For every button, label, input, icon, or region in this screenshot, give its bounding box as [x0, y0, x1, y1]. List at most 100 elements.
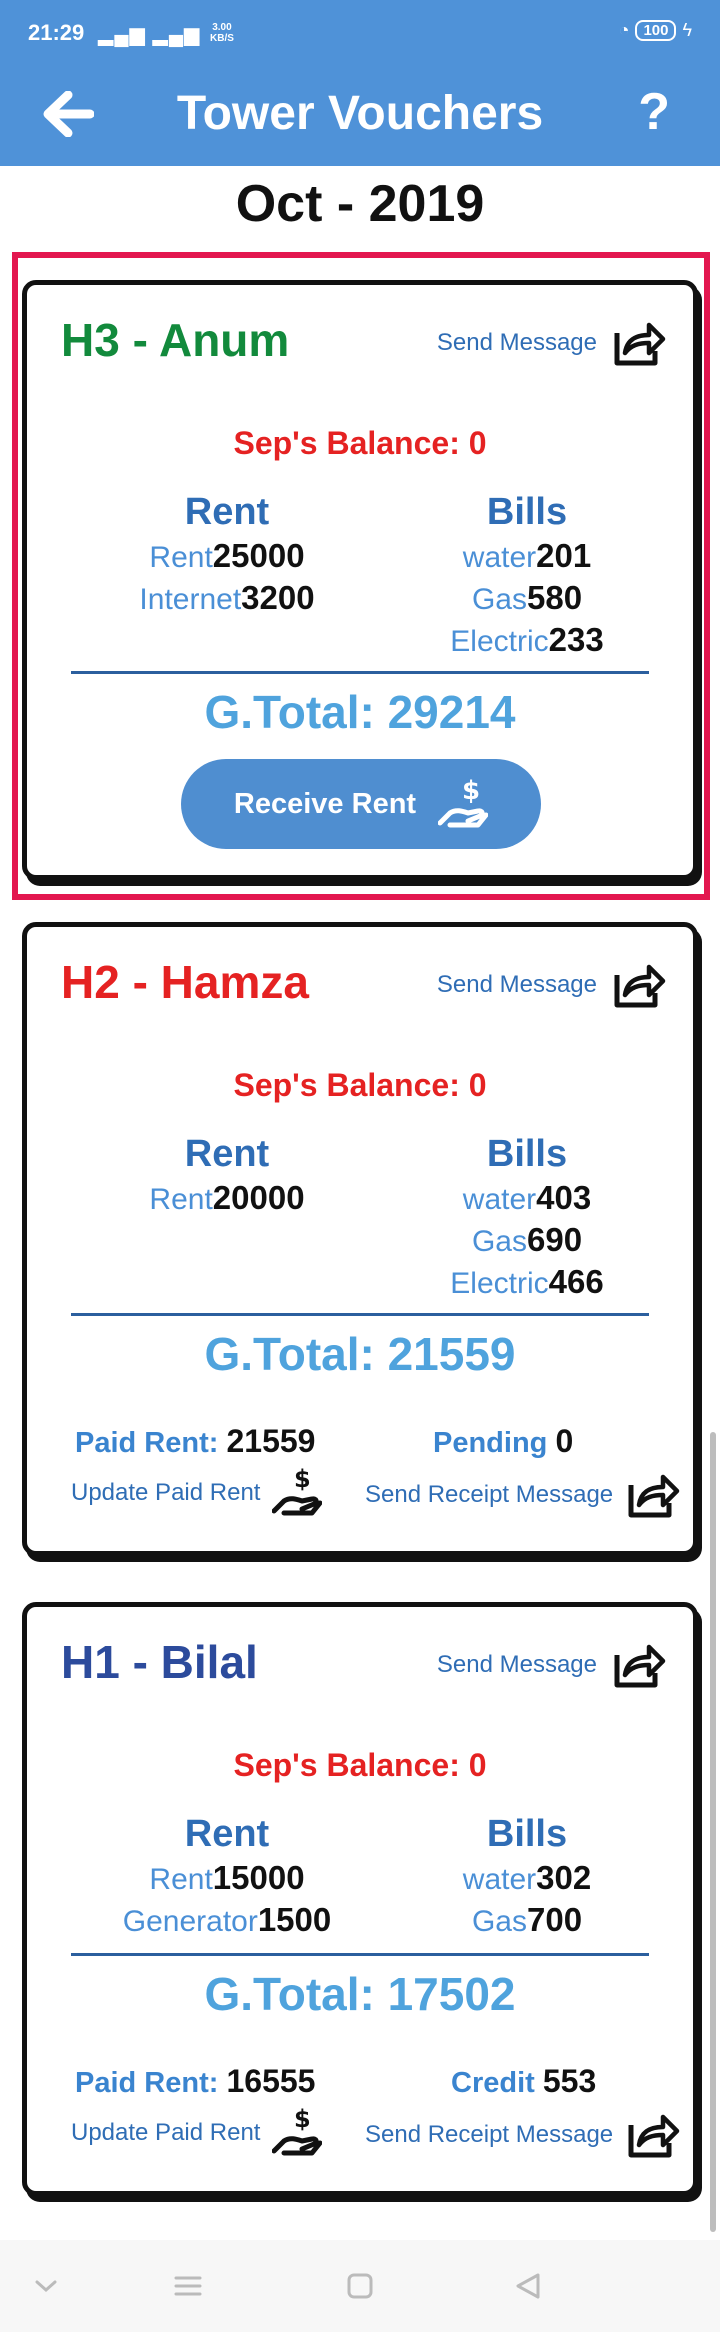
previous-balance: Sep's Balance: 0: [233, 425, 487, 461]
rent-heading: Rent: [184, 1133, 270, 1175]
send-receipt-message-label: Send Receipt Message: [365, 1481, 614, 1508]
send-message-label: Send Message: [436, 971, 597, 998]
update-paid-rent-label: Update Paid Rent: [71, 1479, 261, 1506]
hand-dollar-icon: $: [438, 777, 489, 828]
rent-item-value: 20000: [212, 1179, 305, 1216]
home-square-icon: [347, 2273, 373, 2299]
chevron-down-icon: [35, 2280, 57, 2293]
tenant-name: H1 - Bilal: [61, 1636, 258, 1688]
data-saver-icon: ◔: [618, 20, 630, 40]
rent-item: Rent25000: [67, 536, 387, 578]
tenant-name: H3 - Anum: [61, 314, 290, 366]
nav-collapse-button[interactable]: [24, 2266, 68, 2306]
hand-dollar-icon: $: [272, 1467, 323, 1516]
divider: [71, 1313, 649, 1316]
bill-item-label: Electric: [450, 1267, 549, 1300]
share-icon: [628, 2114, 680, 2158]
rent-item-label: Rent: [149, 541, 213, 574]
bills-heading: Bills: [486, 491, 568, 533]
svg-text:$: $: [294, 2107, 311, 2133]
bill-item: Electric233: [367, 620, 687, 662]
bill-item-label: Gas: [471, 1905, 527, 1938]
rent-item-value: 3200: [241, 579, 315, 616]
bill-item: Gas580: [367, 578, 687, 620]
share-icon: [628, 1474, 680, 1518]
rent-item-label: Internet: [139, 583, 242, 616]
app-bar: 21:29 ▂▄▆ ▂▄▆ 3.00 KB/S ◔ 100 ϟ Tower Vo…: [0, 0, 720, 166]
rent-item: Generator1500: [67, 1900, 387, 1942]
bill-item-value: 403: [536, 1179, 592, 1216]
bill-item: water201: [367, 536, 687, 578]
update-paid-rent-button[interactable]: Update Paid Rent $: [71, 2107, 323, 2159]
grand-total: G.Total: 29214: [204, 686, 516, 738]
bills-column: Bills water201 Gas580 Electric233: [367, 491, 687, 662]
credit-label: Credit: [451, 2067, 535, 2099]
menu-icon: [174, 2276, 202, 2296]
network-speed-value: 3.00: [212, 22, 232, 33]
receive-rent-button[interactable]: Receive Rent $: [181, 759, 541, 849]
status-time: 21:29: [28, 20, 85, 45]
bill-item: water302: [367, 1858, 687, 1900]
credit-amount: Credit 553: [451, 2063, 596, 2100]
share-icon: [614, 964, 666, 1008]
share-icon: [614, 1644, 666, 1688]
send-message-button[interactable]: Send Message: [437, 319, 667, 367]
rent-item: Internet3200: [67, 578, 387, 620]
bill-item-label: water: [462, 1183, 537, 1216]
nav-menu-button[interactable]: [166, 2266, 210, 2306]
bill-item-label: water: [462, 541, 537, 574]
send-receipt-message-button[interactable]: Send Receipt Message: [365, 2111, 681, 2159]
update-paid-rent-button[interactable]: Update Paid Rent $: [71, 1467, 323, 1519]
bill-item: Gas690: [367, 1220, 687, 1262]
bill-item-value: 201: [536, 537, 592, 574]
paid-rent: Paid Rent: 21559: [75, 1423, 315, 1460]
previous-balance: Sep's Balance: 0: [233, 1747, 487, 1783]
rent-item-value: 1500: [257, 1901, 332, 1938]
paid-rent-value: 16555: [226, 2063, 316, 2099]
send-message-button[interactable]: Send Message: [437, 1641, 667, 1689]
svg-text:$: $: [462, 777, 480, 806]
paid-rent-label: Paid Rent:: [75, 1427, 219, 1459]
back-triangle-icon: [516, 2273, 540, 2299]
pending-label: Pending: [433, 1427, 548, 1459]
paid-rent: Paid Rent: 16555: [75, 2063, 315, 2100]
rent-column: Rent Rent25000 Internet3200: [67, 491, 387, 620]
bill-item-value: 302: [536, 1859, 592, 1896]
voucher-card[interactable]: H1 - Bilal Send Message Sep's Balance: 0…: [22, 1602, 698, 2196]
signal-icon: ▂▄▆ ▂▄▆: [98, 24, 201, 46]
send-receipt-message-button[interactable]: Send Receipt Message: [365, 1471, 681, 1519]
rent-item-label: Generator: [122, 1905, 258, 1938]
bill-item-label: Gas: [471, 1225, 527, 1258]
bills-column: Bills water403 Gas690 Electric466: [367, 1133, 687, 1304]
nav-home-button[interactable]: [338, 2266, 382, 2306]
voucher-card[interactable]: H3 - Anum Send Message Sep's Balance: 0 …: [22, 280, 698, 880]
bill-item: water403: [367, 1178, 687, 1220]
pending-value: 0: [555, 1423, 574, 1459]
status-bar: 21:29 ▂▄▆ ▂▄▆ 3.00 KB/S ◔ 100 ϟ: [0, 0, 720, 60]
paid-rent-label: Paid Rent:: [75, 2067, 219, 2099]
rent-column: Rent Rent15000 Generator1500: [67, 1813, 387, 1942]
help-button[interactable]: ?: [638, 82, 670, 142]
page-title: Tower Vouchers: [176, 87, 544, 140]
credit-value: 553: [542, 2063, 597, 2099]
bill-item-value: 580: [526, 579, 583, 616]
scrollbar[interactable]: [710, 1432, 716, 2232]
rent-heading: Rent: [184, 491, 270, 533]
battery-level: 100: [635, 20, 677, 41]
voucher-card[interactable]: H2 - Hamza Send Message Sep's Balance: 0…: [22, 922, 698, 1556]
network-speed-unit: KB/S: [210, 33, 234, 44]
rent-heading: Rent: [184, 1813, 270, 1855]
system-nav-bar: [0, 2240, 720, 2332]
send-message-button[interactable]: Send Message: [437, 961, 667, 1009]
nav-back-button[interactable]: [506, 2266, 550, 2306]
send-message-label: Send Message: [436, 329, 597, 356]
send-message-label: Send Message: [436, 1651, 597, 1678]
bills-column: Bills water302 Gas700: [367, 1813, 687, 1942]
bill-item-value: 466: [548, 1263, 604, 1300]
hand-dollar-icon: $: [272, 2107, 323, 2156]
charging-icon: ϟ: [682, 20, 692, 40]
tenant-name: H2 - Hamza: [61, 956, 309, 1008]
svg-text:$: $: [294, 1467, 311, 1493]
battery-indicator: ◔ 100 ϟ: [619, 20, 692, 41]
rent-item: Rent20000: [67, 1178, 387, 1220]
